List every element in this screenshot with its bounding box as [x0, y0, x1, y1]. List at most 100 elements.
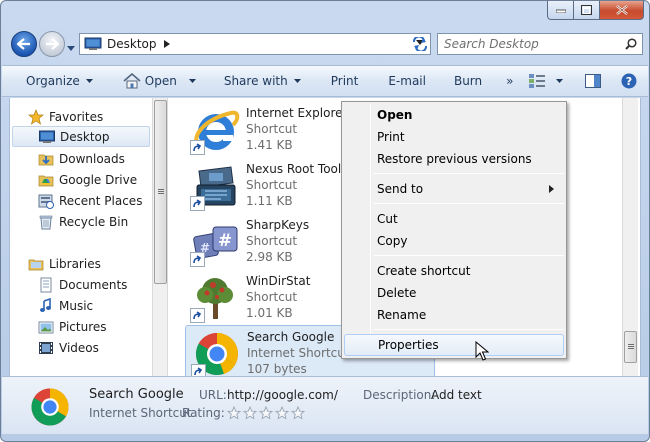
rating-stars[interactable] — [227, 406, 305, 420]
pictures-icon — [38, 321, 54, 333]
forward-button[interactable] — [39, 31, 65, 57]
file-type: Shortcut — [246, 234, 298, 248]
share-with-button[interactable]: Share with — [216, 68, 309, 94]
back-arrow-icon — [17, 38, 30, 50]
address-location[interactable]: Desktop — [107, 37, 157, 51]
nav-label: Music — [59, 298, 94, 313]
rating-star-icon[interactable] — [291, 406, 305, 420]
desktop-icon — [84, 37, 102, 50]
menu-item-cut[interactable]: Cut — [344, 208, 564, 230]
details-rating-label: Rating: — [182, 406, 225, 420]
burn-button[interactable]: Burn — [446, 68, 490, 94]
details-url-value[interactable]: http://google.com/ — [227, 388, 338, 402]
nav-label: Recent Places — [59, 193, 143, 208]
rating-star-icon[interactable] — [227, 406, 241, 420]
help-button[interactable]: ? — [614, 68, 644, 94]
print-button[interactable]: Print — [323, 68, 367, 94]
print-label: Print — [330, 74, 359, 88]
close-button[interactable] — [600, 1, 644, 20]
rating-star-icon[interactable] — [259, 406, 273, 420]
share-with-label: Share with — [223, 74, 288, 88]
nav-label: Videos — [59, 340, 99, 355]
organize-button[interactable]: Organize — [18, 68, 101, 94]
menu-item-restore-previous-versions[interactable]: Restore previous versions — [344, 148, 564, 170]
navigation-pane: Favorites Desktop Downloads Google Drive… — [10, 98, 152, 376]
rating-star-icon[interactable] — [243, 406, 257, 420]
refresh-button[interactable] — [407, 34, 433, 54]
documents-icon — [40, 277, 52, 292]
command-bar: Organize Open Share with Print E-mail Bu… — [2, 65, 648, 97]
downloads-folder-icon — [38, 154, 54, 165]
recent-places-icon — [38, 194, 54, 209]
view-options-icon — [529, 74, 546, 88]
file-list-scrollbar[interactable] — [622, 98, 638, 376]
address-row: Desktop — [9, 28, 643, 60]
file-list-scrollbar-thumb[interactable] — [624, 331, 637, 363]
file-type: Shortcut — [246, 178, 298, 192]
address-bar[interactable]: Desktop — [79, 33, 431, 55]
context-menu: Open Print Restore previous versions Sen… — [341, 101, 567, 359]
menu-item-print[interactable]: Print — [344, 126, 564, 148]
chevron-down-icon — [85, 79, 93, 83]
email-label: E-mail — [388, 74, 426, 88]
file-type: Shortcut — [246, 122, 298, 136]
maximize-icon — [581, 5, 592, 15]
back-button[interactable] — [11, 31, 37, 57]
nav-item-desktop[interactable]: Desktop — [12, 126, 150, 147]
file-size: 107 bytes — [247, 362, 307, 376]
details-description-label: Description: — [363, 388, 436, 402]
file-name: SharpKeys — [246, 218, 310, 232]
chevron-down-icon — [293, 79, 301, 83]
menu-item-rename[interactable]: Rename — [344, 304, 564, 326]
nav-item-favorites[interactable]: Favorites — [28, 106, 168, 127]
menu-item-delete[interactable]: Delete — [344, 282, 564, 304]
minimize-button[interactable] — [547, 1, 574, 20]
search-button[interactable] — [622, 38, 640, 50]
navigation-scrollbar[interactable] — [152, 98, 168, 376]
open-button[interactable]: Open — [115, 68, 204, 94]
more-commands-button[interactable]: » — [498, 68, 521, 94]
shortcut-arrow-icon — [190, 140, 205, 155]
preview-pane-button[interactable] — [578, 68, 608, 94]
file-size: 1.41 KB — [246, 138, 293, 152]
caption-buttons — [547, 1, 644, 21]
more-label: » — [506, 74, 514, 88]
nav-item-libraries[interactable]: Libraries — [28, 253, 168, 274]
chevron-down-icon — [67, 46, 75, 51]
email-button[interactable]: E-mail — [380, 68, 434, 94]
maximize-button[interactable] — [574, 1, 600, 20]
file-name: Search Google — [247, 330, 335, 344]
menu-item-properties[interactable]: Properties — [344, 334, 564, 356]
send-to-label: Send to — [377, 182, 424, 196]
menu-item-open[interactable]: Open — [344, 104, 564, 126]
search-input[interactable] — [438, 37, 622, 51]
file-name: Internet Explorer — [246, 106, 348, 120]
chevron-down-icon — [556, 79, 564, 83]
menu-item-create-shortcut[interactable]: Create shortcut — [344, 260, 564, 282]
details-file-name: Search Google — [89, 387, 184, 402]
details-pane: Search Google Internet Shortcut URL: htt… — [2, 376, 648, 434]
libraries-icon — [28, 259, 44, 270]
details-file-type: Internet Shortcut — [89, 406, 192, 420]
rating-star-icon[interactable] — [275, 406, 289, 420]
file-name: WinDirStat — [246, 274, 311, 288]
change-view-button[interactable] — [521, 68, 570, 94]
navigation-scrollbar-thumb[interactable] — [154, 100, 167, 284]
shortcut-arrow-icon — [190, 252, 205, 267]
nav-label: Pictures — [59, 319, 107, 334]
recent-pages-button[interactable] — [67, 40, 75, 54]
nav-label: Libraries — [49, 256, 101, 271]
desktop-icon — [39, 130, 55, 143]
chevron-right-icon[interactable] — [163, 40, 170, 48]
help-icon: ? — [621, 73, 637, 89]
music-icon — [40, 297, 51, 312]
search-box[interactable] — [437, 33, 643, 55]
organize-label: Organize — [26, 74, 80, 88]
open-label: Open — [144, 74, 177, 88]
details-description-value[interactable]: Add text — [431, 388, 482, 402]
file-size: 1.01 KB — [246, 306, 293, 320]
menu-item-copy[interactable]: Copy — [344, 230, 564, 252]
file-size: 2.98 KB — [246, 250, 293, 264]
videos-icon — [39, 341, 53, 354]
menu-item-send-to[interactable]: Send to — [344, 178, 564, 200]
